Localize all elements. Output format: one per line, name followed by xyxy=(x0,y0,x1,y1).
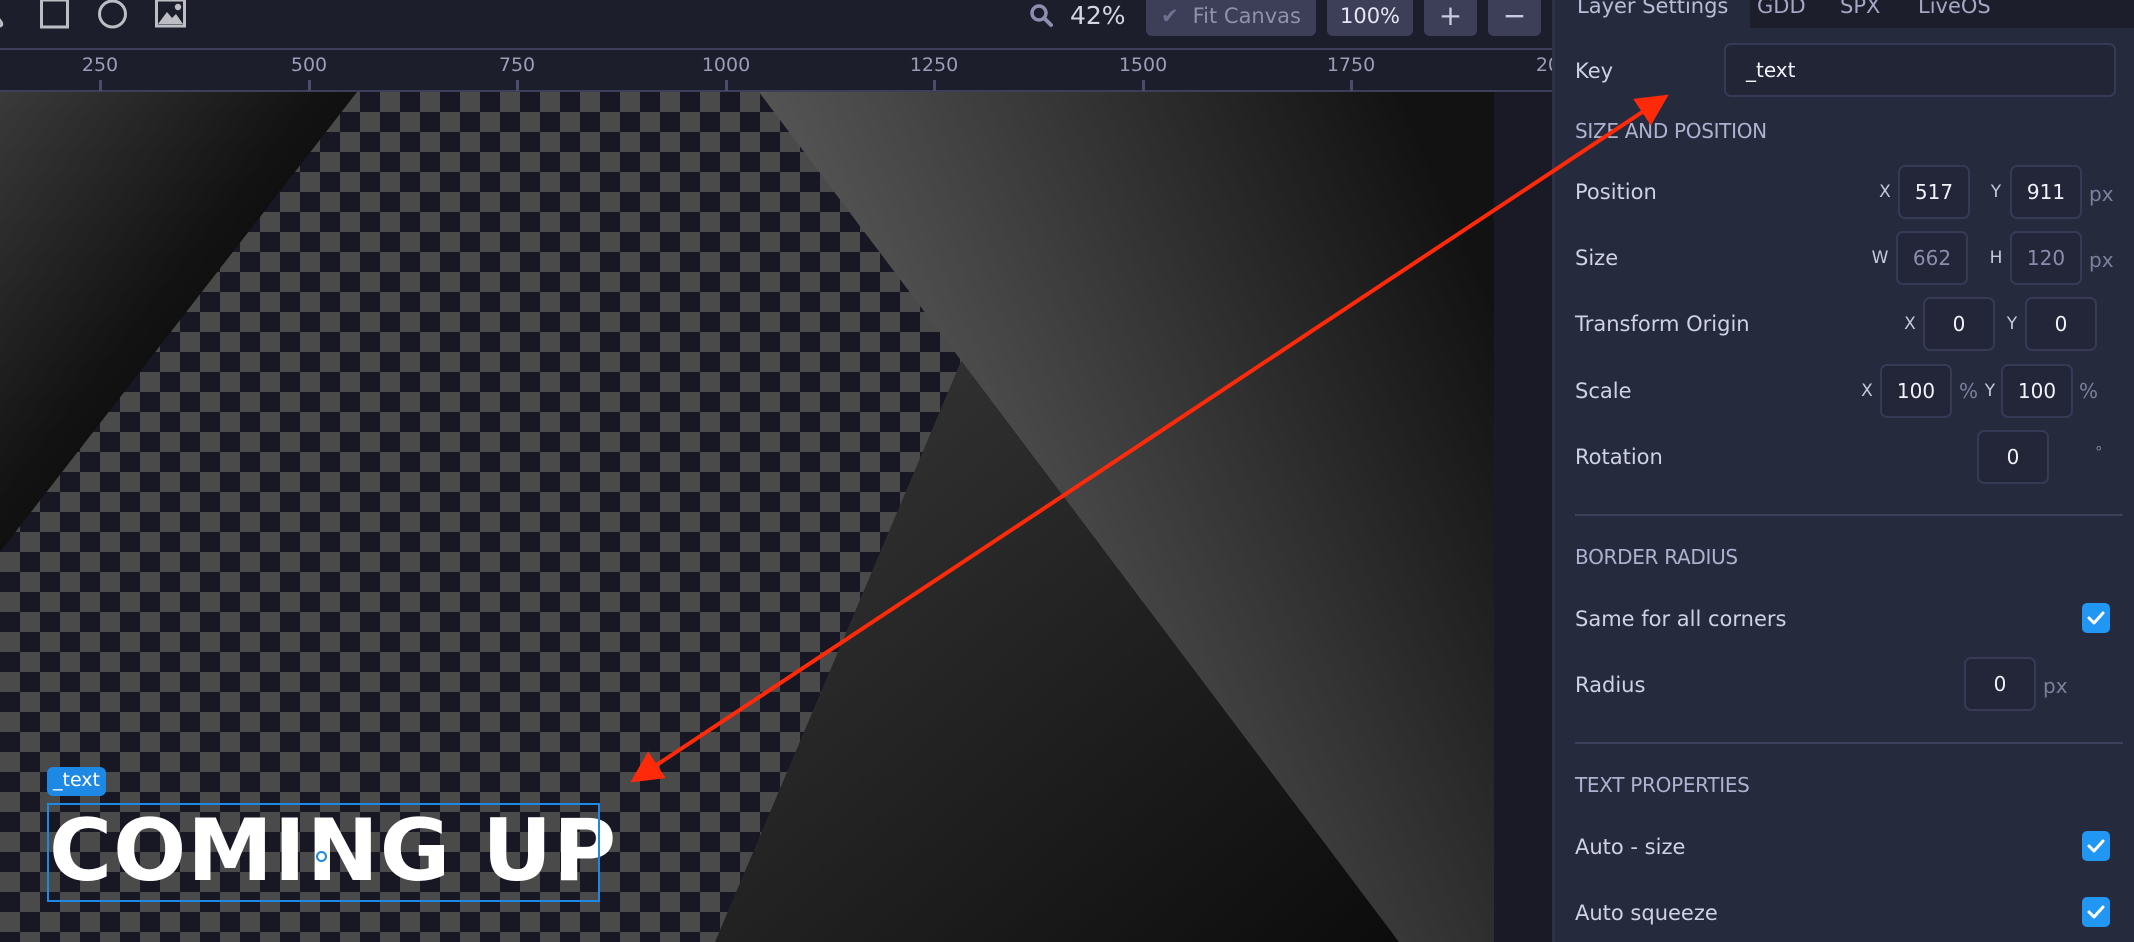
scale-label: Scale xyxy=(1575,379,1632,403)
size-h-label: H xyxy=(1989,248,2003,268)
ruler-label: 750 xyxy=(498,54,536,76)
ruler-tick xyxy=(99,80,102,91)
ruler-label: 500 xyxy=(290,54,328,76)
same-corners-label: Same for all corners xyxy=(1575,607,1787,631)
origin-y-label: Y xyxy=(2006,314,2018,334)
size-unit: px xyxy=(2089,248,2114,272)
text-properties-heading: TEXT PROPERTIES xyxy=(1575,773,1750,797)
radius-field[interactable]: 0 xyxy=(1964,657,2036,711)
search-icon xyxy=(1029,3,1053,27)
key-label: Key xyxy=(1575,59,1614,83)
position-x-field[interactable]: 517 xyxy=(1898,165,1970,219)
origin-x-label: X xyxy=(1904,314,1916,334)
ruler-tick xyxy=(1350,80,1353,91)
left-triangle xyxy=(0,92,357,552)
ruler-label: 1250 xyxy=(909,54,959,76)
position-label: Position xyxy=(1575,180,1657,204)
ruler-label: 1000 xyxy=(701,54,751,76)
check-icon: ✔ xyxy=(1161,4,1179,28)
auto-size-label: Auto - size xyxy=(1575,835,1686,859)
horizontal-ruler: 250 500 750 1000 1250 1500 1750 2000 xyxy=(0,48,1584,92)
scale-x-unit: % xyxy=(1959,379,1979,403)
ruler-label: 250 xyxy=(81,54,119,76)
layer-name-badge[interactable]: _text xyxy=(47,767,106,796)
toolbar: 42% ✔ Fit Canvas 100% + − xyxy=(0,0,1552,48)
radius-unit: px xyxy=(2043,674,2068,698)
ruler-tick xyxy=(725,80,728,91)
tab-liveos[interactable]: LiveOS xyxy=(1918,0,1991,28)
zoom-level: 42% xyxy=(1070,1,1126,30)
rotation-field[interactable]: 0 xyxy=(1977,430,2049,484)
fit-canvas-label: Fit Canvas xyxy=(1192,4,1301,28)
radius-label: Radius xyxy=(1575,673,1646,697)
size-label: Size xyxy=(1575,246,1619,270)
checkmark-icon xyxy=(2087,839,2105,853)
rotation-label: Rotation xyxy=(1575,445,1663,469)
rotation-unit: ° xyxy=(2095,443,2103,461)
ruler-tick xyxy=(308,80,311,91)
ruler-tick xyxy=(1142,80,1145,91)
origin-y-field[interactable]: 0 xyxy=(2025,297,2097,351)
auto-size-checkbox[interactable] xyxy=(2082,831,2110,861)
size-w-label: W xyxy=(1871,248,1889,268)
workarea: _text COMING UP xyxy=(0,92,1552,942)
zoom-in-button[interactable]: + xyxy=(1424,0,1477,36)
scale-y-field[interactable]: 100 xyxy=(2001,364,2073,418)
layer-settings-panel: Layer Settings GDD SPX LiveOS Key _text … xyxy=(1552,0,2134,942)
size-h-field[interactable]: 120 xyxy=(2010,231,2082,285)
auto-squeeze-checkbox[interactable] xyxy=(2082,897,2110,927)
ruler-label: 1750 xyxy=(1326,54,1376,76)
section-divider xyxy=(1575,742,2123,744)
transform-origin-label: Transform Origin xyxy=(1575,312,1750,336)
position-unit: px xyxy=(2089,182,2114,206)
tab-layer-settings[interactable]: Layer Settings xyxy=(1555,0,1751,28)
scale-y-label: Y xyxy=(1984,381,1996,401)
same-corners-checkbox[interactable] xyxy=(2082,603,2110,633)
key-field[interactable]: _text xyxy=(1724,43,2116,97)
ruler-tick xyxy=(933,80,936,91)
position-y-label: Y xyxy=(1990,182,2002,202)
actual-size-button[interactable]: 100% xyxy=(1327,0,1413,36)
size-position-heading: SIZE AND POSITION xyxy=(1575,119,1767,143)
scale-x-label: X xyxy=(1861,381,1873,401)
size-w-field[interactable]: 662 xyxy=(1896,231,1968,285)
position-x-label: X xyxy=(1879,182,1891,202)
rectangle-icon[interactable] xyxy=(40,0,69,29)
section-divider xyxy=(1575,514,2123,516)
ruler-tick xyxy=(516,80,519,91)
transform-origin-handle[interactable] xyxy=(316,851,327,862)
pen-icon[interactable] xyxy=(0,0,14,28)
ellipse-icon[interactable] xyxy=(97,0,128,29)
checkmark-icon xyxy=(2087,905,2105,919)
graphics-editor: 42% ✔ Fit Canvas 100% + − 250 500 750 100… xyxy=(0,0,2134,942)
origin-x-field[interactable]: 0 xyxy=(1923,297,1995,351)
fit-canvas-button[interactable]: ✔ Fit Canvas xyxy=(1146,0,1316,36)
border-radius-heading: BORDER RADIUS xyxy=(1575,545,1738,569)
tab-gdd[interactable]: GDD xyxy=(1757,0,1806,28)
panel-tabs: Layer Settings GDD SPX LiveOS xyxy=(1555,0,2134,28)
scale-x-field[interactable]: 100 xyxy=(1880,364,1952,418)
canvas[interactable]: _text COMING UP xyxy=(0,92,1494,942)
scale-y-unit: % xyxy=(2079,379,2099,403)
checkmark-icon xyxy=(2087,611,2105,625)
position-y-field[interactable]: 911 xyxy=(2010,165,2082,219)
zoom-out-button[interactable]: − xyxy=(1488,0,1541,36)
auto-squeeze-label: Auto squeeze xyxy=(1575,901,1718,925)
tab-spx[interactable]: SPX xyxy=(1840,0,1880,28)
ruler-label: 1500 xyxy=(1118,54,1168,76)
image-icon[interactable] xyxy=(155,0,186,28)
